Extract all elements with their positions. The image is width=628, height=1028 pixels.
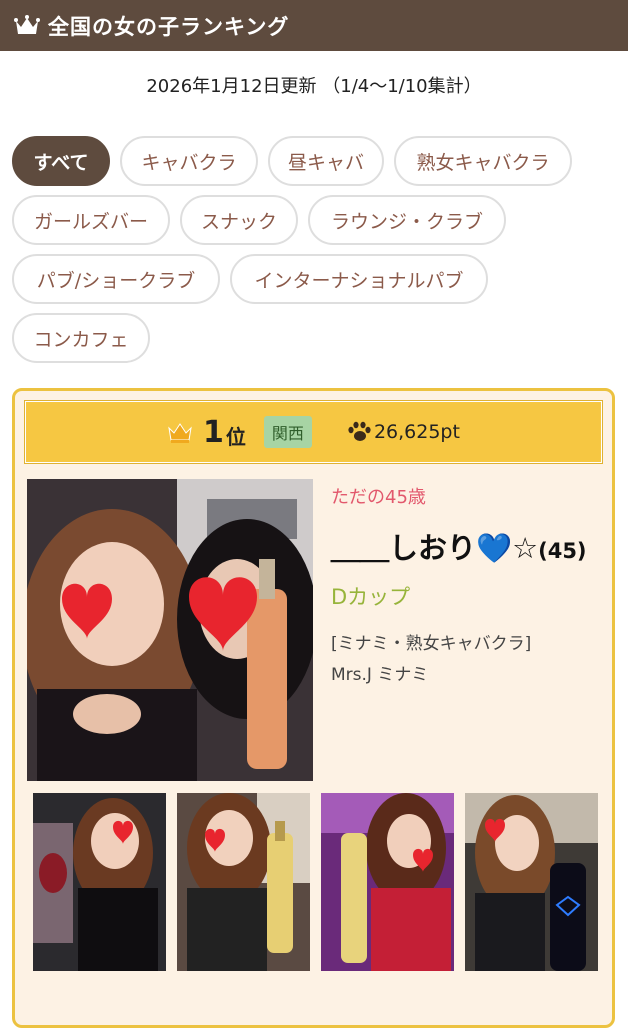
rank-number: 1: [203, 414, 224, 450]
tab-international-pub[interactable]: インターナショナルパブ: [230, 254, 488, 304]
page-header: 全国の女の子ランキング: [0, 0, 628, 51]
girl-info: ただの45歳 ＿＿しおり💙☆(45) Dカップ [ミナミ・熟女キャバクラ] Mr…: [331, 483, 611, 685]
cup-size: Dカップ: [331, 585, 411, 609]
tab-pub-show-club[interactable]: パブ/ショークラブ: [12, 254, 220, 304]
tab-cabaret[interactable]: キャバクラ: [120, 136, 258, 186]
update-date: 2026年1月12日更新 （1/4〜1/10集計）: [146, 76, 482, 97]
tab-concept-cafe[interactable]: コンカフェ: [12, 313, 150, 363]
girl-name-text: ＿＿しおり💙☆: [331, 531, 539, 565]
thumbnail-photo[interactable]: [33, 793, 166, 971]
crown-icon: [14, 14, 40, 34]
thumbnail-photo[interactable]: [321, 793, 454, 971]
thumbnail-photo[interactable]: [465, 793, 598, 971]
tab-girls-bar[interactable]: ガールズバー: [12, 195, 170, 245]
girl-age: (45): [538, 539, 587, 563]
thumbnail-photo[interactable]: [177, 793, 310, 971]
tab-lounge-club[interactable]: ラウンジ・クラブ: [308, 195, 506, 245]
points-value: 26,625pt: [373, 421, 460, 443]
shop-area-category: [ミナミ・熟女キャバクラ]: [331, 634, 532, 654]
tab-snack[interactable]: スナック: [180, 195, 298, 245]
catchphrase: ただの45歳: [331, 487, 426, 508]
region-badge: 関西: [263, 416, 312, 448]
gold-crown-icon: [168, 423, 192, 443]
page-title: 全国の女の子ランキング: [48, 14, 290, 39]
paw-icon: [348, 421, 371, 441]
tab-day-cabaret[interactable]: 昼キャバ: [268, 136, 384, 186]
ranking-card[interactable]: 1 位 関西 26,625pt ただの45歳 ＿＿しおり💙☆(45) Dカップ …: [12, 388, 615, 1028]
rank-bar: 1 位 関西 26,625pt: [24, 400, 603, 464]
tab-mature-cabaret[interactable]: 熟女キャバクラ: [394, 136, 572, 186]
rank-suffix: 位: [225, 424, 246, 449]
tab-all[interactable]: すべて: [12, 136, 110, 186]
girl-name[interactable]: ＿＿しおり💙☆(45): [331, 525, 611, 567]
shop-name[interactable]: Mrs.J ミナミ: [331, 660, 611, 685]
main-profile-photo[interactable]: [27, 479, 313, 781]
